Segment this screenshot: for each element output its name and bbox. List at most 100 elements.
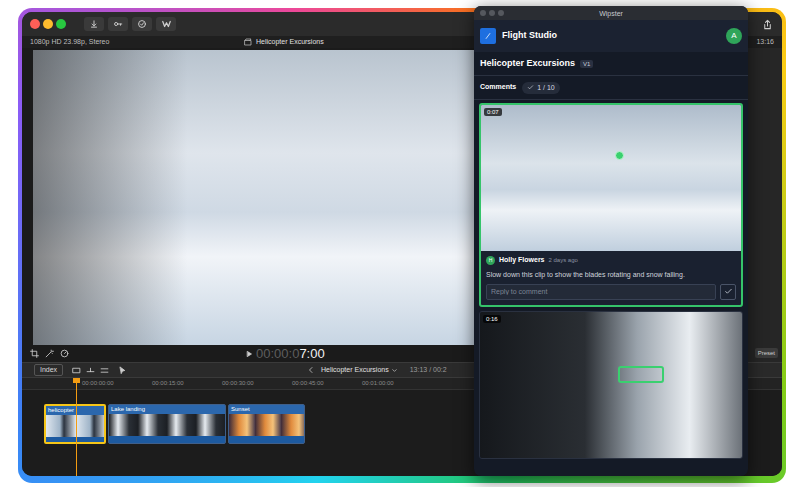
panel-header: Flight Studio A <box>474 20 748 52</box>
format-label: 1080p HD 23.98p, Stereo <box>30 37 244 48</box>
duration-label: 13:16 <box>756 37 774 48</box>
clip-name: Lake landing <box>109 405 225 414</box>
viewer <box>22 48 474 345</box>
point-annotation[interactable] <box>615 151 624 160</box>
check-circle-icon <box>137 19 147 29</box>
comment-card[interactable]: 0:07 H Holly Flowers 2 days ago Slow down th… <box>479 103 743 307</box>
resolved-pill[interactable]: 1 / 10 <box>522 82 560 94</box>
download-icon <box>89 19 99 29</box>
minimize-button[interactable] <box>43 19 53 29</box>
connect-icon[interactable] <box>86 366 95 375</box>
share-button[interactable] <box>760 17 774 31</box>
timeline-clip[interactable]: helicopter <box>44 404 106 444</box>
timeline-clip[interactable]: Sunset <box>228 404 305 444</box>
comments-row: Comments 1 / 10 <box>474 76 748 100</box>
workspace-logo-icon <box>483 31 493 41</box>
ruler-label: 00:00:45:00 <box>292 380 324 387</box>
comment-body: H Holly Flowers 2 days ago Slow down this c… <box>481 251 741 305</box>
playhead-handle[interactable] <box>73 378 80 383</box>
timeline-left-tools: Index <box>22 364 307 376</box>
comment-timecode[interactable]: 0:16 <box>483 315 501 323</box>
clip-thumbnails <box>46 415 104 437</box>
comment-list: 0:07 H Holly Flowers 2 days ago Slow down th… <box>474 100 748 476</box>
clip-appearance-icon[interactable] <box>72 366 81 375</box>
panel-title-bar: Wipster <box>474 6 748 20</box>
workspace-logo <box>480 28 496 44</box>
back-arrow-icon[interactable] <box>307 366 315 374</box>
window-controls <box>30 19 66 29</box>
wipster-button[interactable] <box>156 17 176 31</box>
reply-row <box>486 284 736 300</box>
reply-send-button[interactable] <box>720 284 736 300</box>
play-icon[interactable] <box>245 350 253 358</box>
viewer-column: 00:00:07:00 <box>22 48 474 362</box>
box-annotation[interactable] <box>618 366 664 383</box>
comment-text: Slow down this clip to show the blades r… <box>486 270 736 280</box>
timeline-clip[interactable]: Lake landing <box>108 404 226 444</box>
viewer-frame <box>33 50 474 345</box>
timecode: 00:00:07:00 <box>256 346 325 361</box>
import-button[interactable] <box>84 17 104 31</box>
clip-name: helicopter <box>46 406 104 415</box>
check-icon <box>527 84 534 91</box>
toolbar-buttons <box>84 17 176 31</box>
timeline-project-name[interactable]: Helicopter Excursions <box>321 365 389 376</box>
select-tool-icon[interactable] <box>118 366 127 375</box>
author-name: Holly Flowers <box>499 255 545 266</box>
share-icon <box>762 19 773 30</box>
clip-thumbnails <box>109 414 225 436</box>
index-button[interactable]: Index <box>34 364 63 376</box>
timecode-current: 7:00 <box>299 346 324 361</box>
speed-icon[interactable] <box>60 349 69 358</box>
reply-input[interactable] <box>486 284 716 300</box>
ruler-label: 00:00:15:00 <box>152 380 184 387</box>
viewer-controls: 00:00:07:00 <box>22 345 474 362</box>
project-title: Helicopter Excursions <box>480 57 575 71</box>
magic-wand-icon[interactable] <box>45 349 54 358</box>
panel-title: Wipster <box>599 9 623 18</box>
zoom-button[interactable] <box>56 19 66 29</box>
resolved-count: 1 / 10 <box>537 83 555 92</box>
zoom-button[interactable] <box>498 10 504 16</box>
version-badge[interactable]: V1 <box>580 60 593 68</box>
comment-timecode[interactable]: 0:07 <box>484 108 502 116</box>
timecode-dim: 00:00:0 <box>256 346 299 361</box>
user-avatar[interactable]: A <box>726 28 742 44</box>
clip-audio <box>46 437 104 442</box>
check-icon <box>724 287 733 296</box>
ruler-label: 00:00:00:00 <box>82 380 114 387</box>
keywords-button[interactable] <box>108 17 128 31</box>
panel-window-controls <box>480 10 504 16</box>
ruler-label: 00:01:00:00 <box>362 380 394 387</box>
clapper-icon <box>244 38 252 46</box>
chevron-down-icon[interactable] <box>391 367 398 374</box>
background-tasks-button[interactable] <box>132 17 152 31</box>
comment-age: 2 days ago <box>549 256 578 265</box>
clip-audio <box>109 436 225 443</box>
author-avatar: H <box>486 256 495 265</box>
desktop: 1080p HD 23.98p, Stereo Helicopter Excurs… <box>0 0 800 487</box>
viewer-title: Helicopter Excursions <box>256 37 324 48</box>
clip-audio <box>229 436 304 443</box>
comments-label: Comments <box>480 82 516 93</box>
overwrite-icon[interactable] <box>100 366 109 375</box>
project-row: Helicopter Excursions V1 <box>474 52 748 76</box>
minimize-button[interactable] <box>489 10 495 16</box>
close-button[interactable] <box>480 10 486 16</box>
close-button[interactable] <box>30 19 40 29</box>
comment-card[interactable]: 0:16 <box>479 311 743 459</box>
key-icon <box>113 19 123 29</box>
comment-author-row: H Holly Flowers 2 days ago <box>486 255 736 266</box>
preset-button[interactable]: Preset <box>755 348 778 358</box>
workspace-name[interactable]: Flight Studio <box>502 29 557 43</box>
wipster-logo-icon <box>161 19 172 29</box>
crop-icon[interactable] <box>30 349 39 358</box>
viewer-tools <box>30 349 245 358</box>
comment-frame: 0:16 <box>480 312 742 458</box>
playhead[interactable] <box>76 378 77 476</box>
comment-frame: 0:07 <box>481 105 741 251</box>
review-panel: Wipster Flight Studio A Helicopter Excursio… <box>474 6 748 476</box>
clip-name: Sunset <box>229 405 304 414</box>
ruler-label: 00:00:30:00 <box>222 380 254 387</box>
page: {"editor": { "format": "1080p HD 23.98p,… <box>0 0 800 487</box>
